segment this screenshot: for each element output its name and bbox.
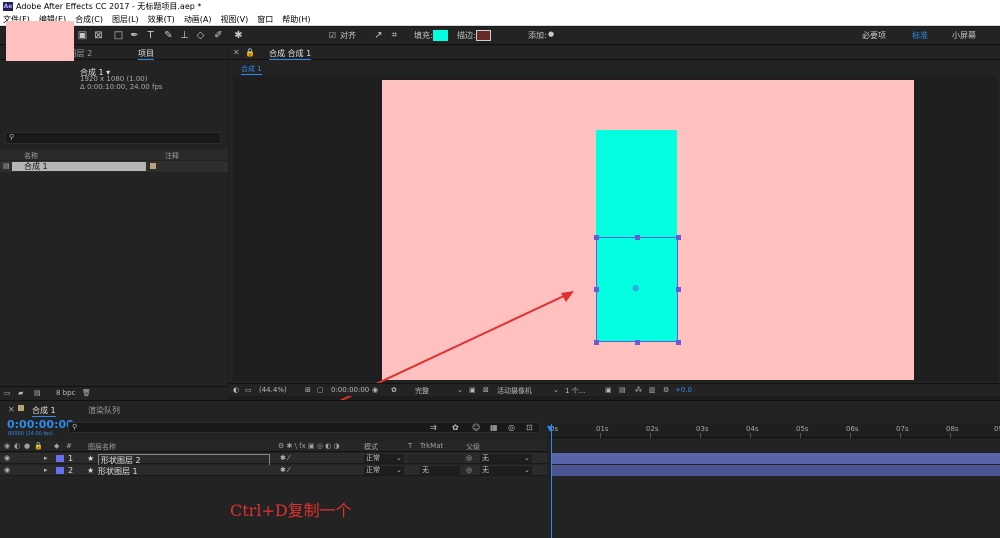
chevron-down-icon[interactable]: ⌄ [457, 386, 463, 394]
annotation-text: Ctrl+D复制一个 [230, 501, 352, 520]
lock-icon[interactable]: 🔒 [34, 442, 43, 450]
pick-whip-icon[interactable]: ◎ [466, 454, 472, 462]
chevron-down-icon[interactable]: ⌄ [553, 386, 559, 394]
switches-icon[interactable]: ⚙ ✱ \ fx ▣ ◎ ◐ ◑ [278, 442, 340, 450]
transparency-grid-icon[interactable]: ⊠ [483, 386, 489, 394]
ruler-label: 08s [946, 425, 959, 433]
layer-switches[interactable]: ✱ ⁄ [280, 454, 289, 462]
snapshot-icon[interactable]: ◉ [372, 386, 378, 394]
layer-row[interactable]: ◉ ▸ 1 ★ 形状图层 2 ✱ ⁄ 正常 ⌄ ◎ 无 ⌄ [0, 453, 547, 467]
motion-blur-icon[interactable]: ◎ [508, 423, 515, 432]
tab-comp-timeline[interactable]: 合成 1 [32, 405, 56, 417]
eye-icon[interactable]: ◉ [4, 454, 10, 462]
resolution-dropdown[interactable]: 完整 [415, 386, 429, 396]
column-parent[interactable]: 父级 [466, 442, 480, 452]
pick-whip-icon[interactable]: ◎ [466, 466, 472, 474]
chevron-down-icon[interactable]: ⌄ [396, 454, 402, 462]
audio-icon[interactable]: ◐ [14, 442, 20, 450]
ruler-label: 04s [746, 425, 759, 433]
ruler-tick [750, 433, 751, 438]
trkmat-dropdown[interactable]: 无 [420, 466, 460, 475]
column-mode[interactable]: 模式 [364, 442, 378, 452]
eye-icon[interactable]: ◉ [4, 442, 10, 450]
ruler-tick [700, 433, 701, 438]
column-trkmat[interactable]: TrkMat [420, 442, 443, 450]
always-preview-icon[interactable]: ◐ [233, 386, 239, 394]
timeline-column-header: ◉ ◐ ● 🔒 ◆ # 图层名称 ⚙ ✱ \ fx ▣ ◎ ◐ ◑ 模式 T T… [0, 441, 547, 452]
zoom-level[interactable]: (44.4%) [259, 386, 287, 394]
ruler-label: 07s [896, 425, 909, 433]
eye-icon[interactable]: ◉ [4, 466, 10, 474]
viewer-bottom-bar: ◐ ▭ (44.4%) ⊞ ▢ 0:00:00:00 ◉ ✿ 完整 ⌄ ▣ ⊠ … [229, 383, 1000, 396]
chevron-down-icon[interactable]: ⌄ [524, 466, 530, 474]
chevron-down-icon[interactable]: ⌄ [396, 466, 402, 474]
monitor-icon[interactable]: ▭ [245, 386, 252, 394]
timeline-frame-info: 00000 (24.00 fps) [8, 431, 53, 437]
frame-blending-icon[interactable]: ▦ [490, 423, 498, 432]
label-color-swatch [18, 405, 24, 411]
viewer-timecode[interactable]: 0:00:00:00 [331, 386, 369, 394]
ruler-tick [900, 433, 901, 438]
fast-preview-icon[interactable]: ▥ [649, 386, 656, 394]
draft-3d-icon[interactable]: ✿ [452, 423, 459, 432]
exposure-value[interactable]: +0.0 [675, 386, 692, 394]
views-dropdown[interactable]: 1 个... [565, 386, 585, 396]
camera-dropdown[interactable]: 活动摄像机 [497, 386, 532, 396]
shape-layer-icon: ★ [87, 454, 95, 463]
tab-render-queue[interactable]: 渲染队列 [88, 405, 120, 416]
timeline-timecode[interactable]: 0:00:00:00 [7, 418, 74, 431]
comp-mini-flowchart-icon[interactable]: ⇉ [430, 423, 437, 432]
playhead-handle-icon[interactable]: ▼ [547, 424, 553, 433]
layer-label-color[interactable] [56, 467, 64, 474]
layer-row[interactable]: ◉ ▸ 2 ★ 形状图层 1 ✱ ⁄ 正常 ⌄ 无 ◎ 无 ⌄ [0, 465, 547, 476]
toggle-pixel-icon[interactable]: ▣ [605, 386, 612, 394]
mask-icon[interactable]: ▢ [317, 386, 324, 394]
close-icon[interactable]: ✕ [8, 405, 15, 414]
label-icon[interactable]: ◆ [54, 442, 59, 450]
ruler-label: 06s [846, 425, 859, 433]
ruler-tick [600, 433, 601, 438]
region-of-interest-icon[interactable]: ▣ [469, 386, 476, 394]
layer-label-color[interactable] [56, 455, 64, 462]
color-channel-icon[interactable]: ✿ [391, 386, 397, 394]
exposure-icon[interactable]: ⚙ [663, 386, 669, 394]
layer-switches[interactable]: ✱ ⁄ [280, 466, 289, 474]
grid-icon[interactable]: ⊞ [305, 386, 311, 394]
column-layer-name[interactable]: 图层名称 [88, 442, 116, 452]
shape-layer-icon: ★ [87, 466, 95, 475]
ruler-label: 03s [696, 425, 709, 433]
ruler-label: 01s [596, 425, 609, 433]
ruler-tick [650, 433, 651, 438]
ruler-label: 02s [646, 425, 659, 433]
chevron-down-icon[interactable]: ⌄ [524, 454, 530, 462]
expand-arrow-icon[interactable]: ▸ [44, 466, 48, 474]
layer-duration-bar[interactable] [551, 465, 1000, 476]
ruler-tick [800, 433, 801, 438]
trkmat-dropdown[interactable] [408, 454, 464, 463]
playhead[interactable] [551, 424, 552, 538]
graph-editor-icon[interactable]: ⊡ [526, 423, 533, 432]
layer-number: 2 [68, 466, 74, 475]
layer-name[interactable]: 形状图层 1 [98, 466, 138, 477]
ruler-label: 05s [796, 425, 809, 433]
number-icon[interactable]: # [66, 442, 72, 450]
solo-icon[interactable]: ● [24, 442, 30, 450]
ruler-label: 09s [994, 425, 1000, 433]
layer-duration-bar[interactable] [551, 453, 1000, 464]
shy-layers-icon[interactable]: ☺ [472, 423, 480, 432]
expand-arrow-icon[interactable]: ▸ [44, 454, 48, 462]
search-icon: ⚲ [72, 423, 78, 431]
timeline-ruler[interactable]: 0s 01s 02s 03s 04s 05s 06s 07s 08s 09s [548, 424, 1000, 438]
timeline-search-input[interactable]: ⚲ [68, 422, 540, 433]
ruler-tick [850, 433, 851, 438]
column-t[interactable]: T [408, 442, 412, 450]
flowchart-icon[interactable]: ⁂ [635, 386, 642, 394]
layer-number: 1 [68, 454, 74, 463]
reset-exposure-icon[interactable]: ▤ [619, 386, 626, 394]
ruler-tick [950, 433, 951, 438]
